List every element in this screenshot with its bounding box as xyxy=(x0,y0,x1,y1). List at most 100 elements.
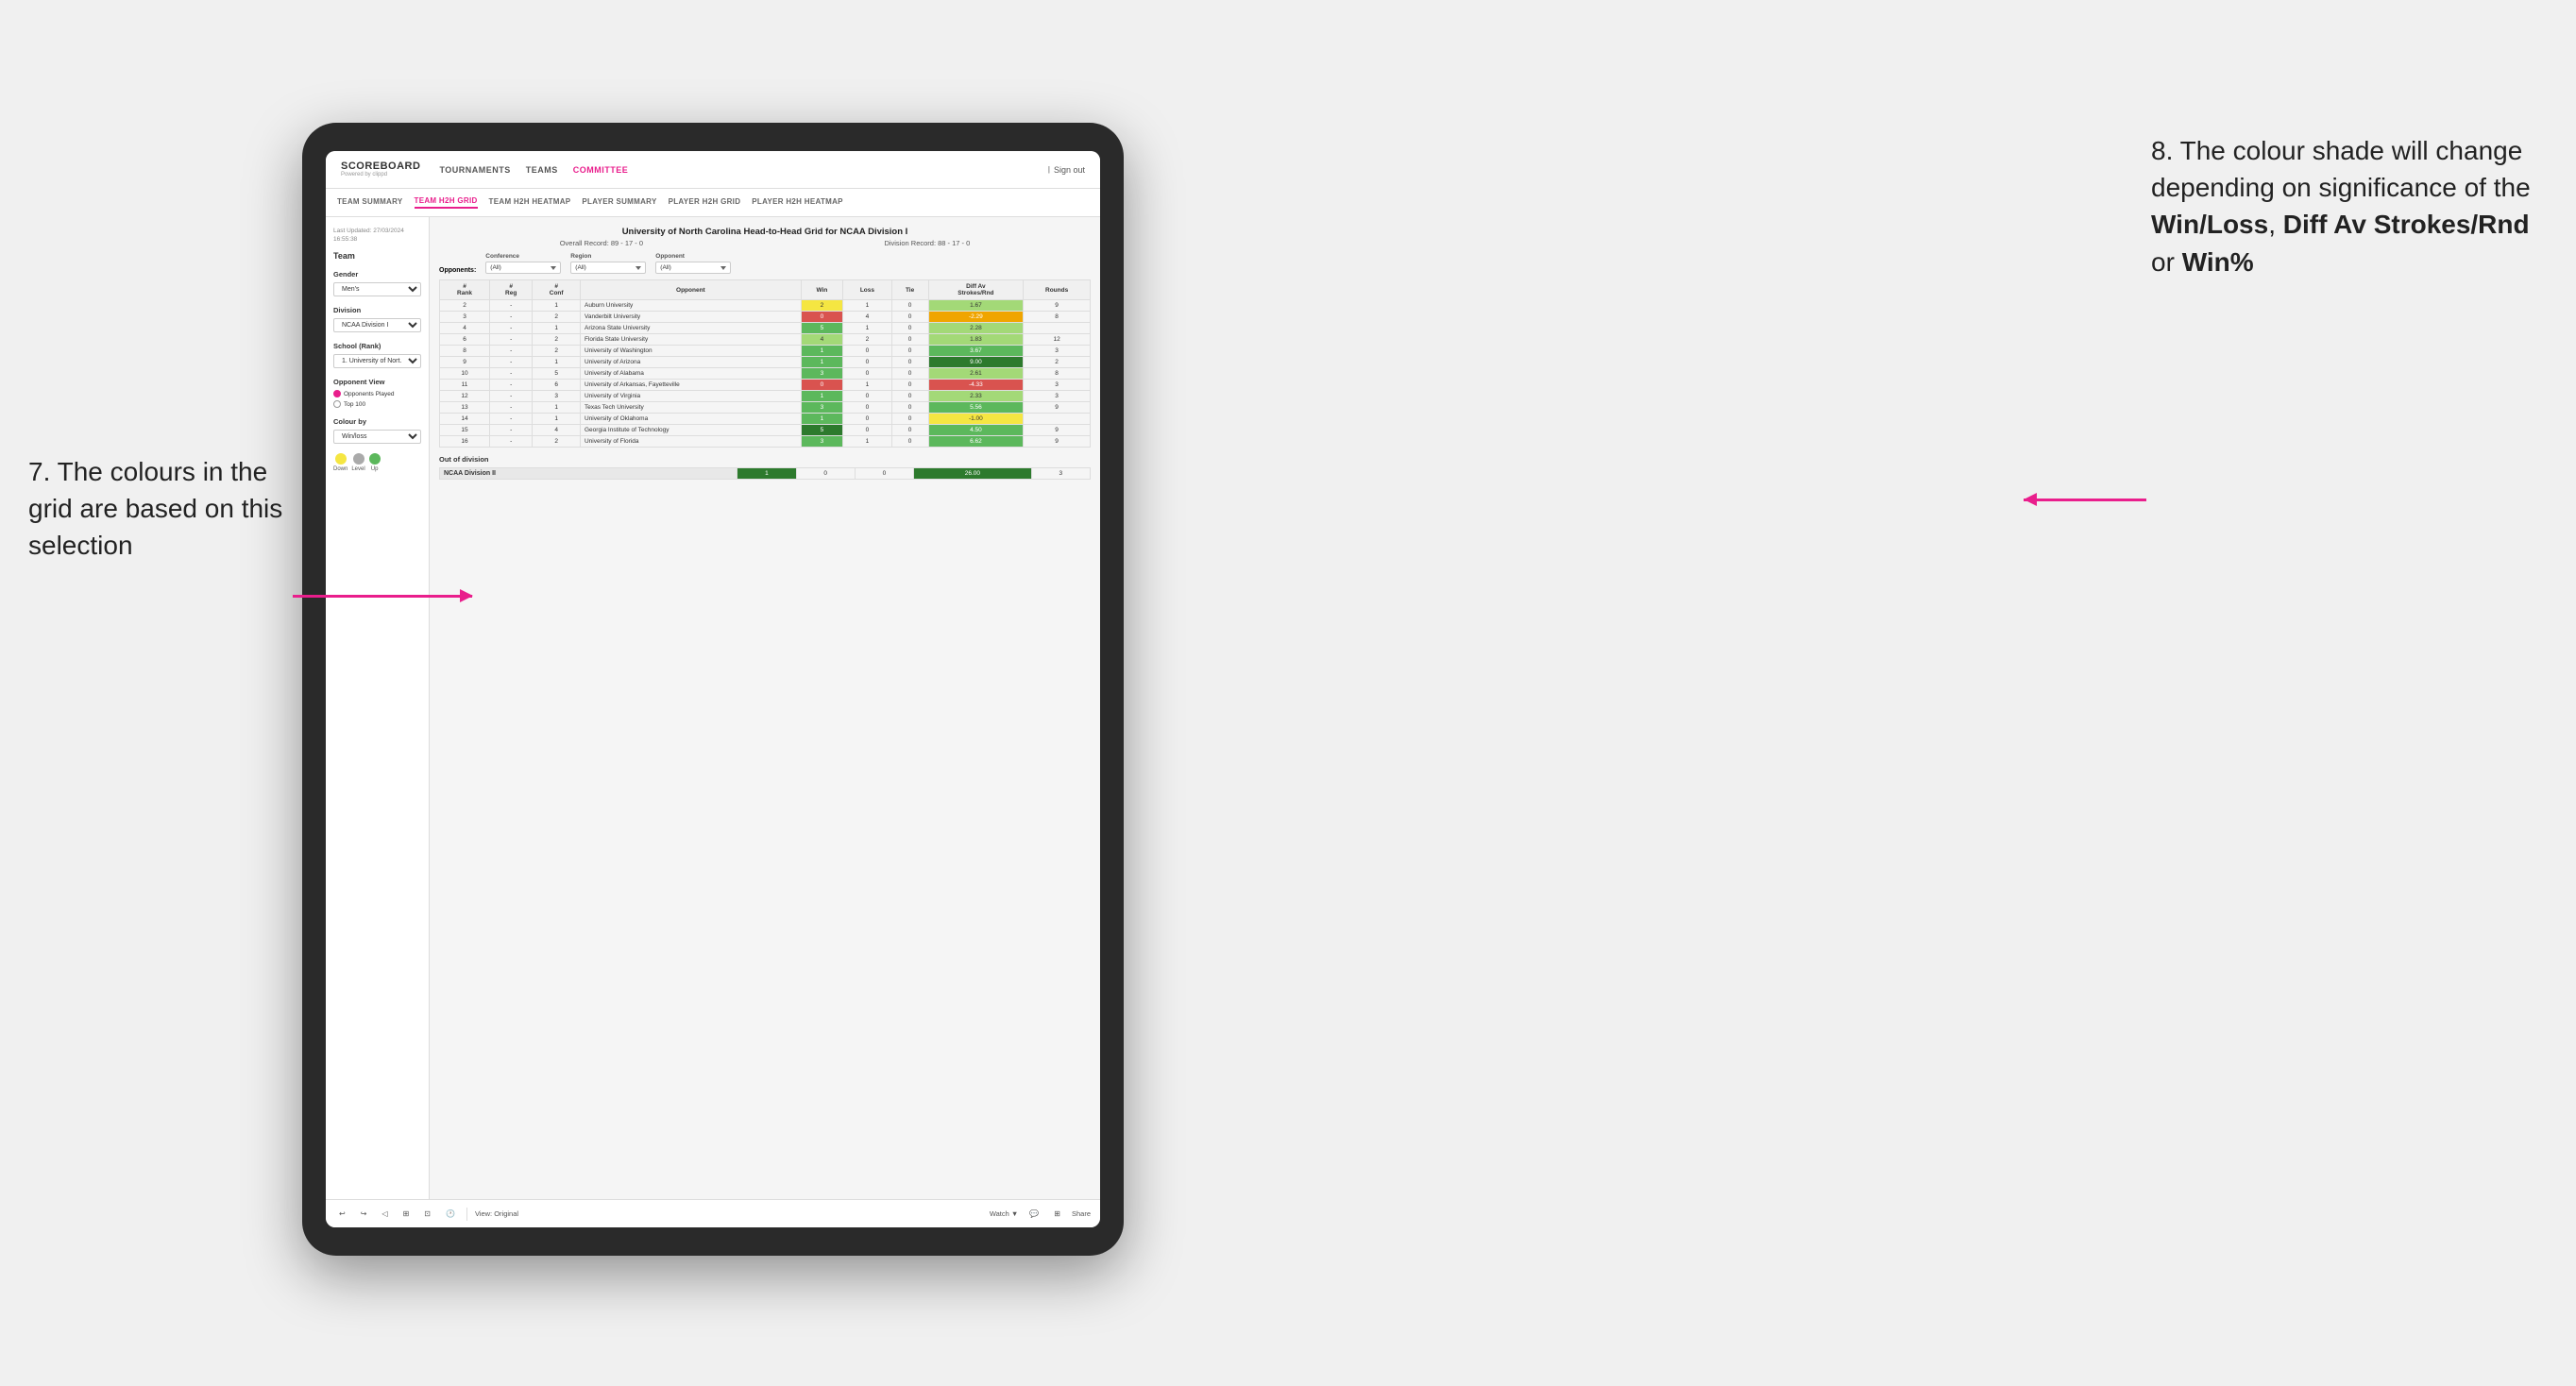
nav-items: TOURNAMENTS TEAMS COMMITTEE xyxy=(439,165,628,175)
cell-reg: - xyxy=(490,436,533,448)
cell-diff: 9.00 xyxy=(928,357,1024,368)
tab-player-h2h-heatmap[interactable]: PLAYER H2H HEATMAP xyxy=(752,197,843,208)
tab-team-summary[interactable]: TEAM SUMMARY xyxy=(337,197,403,208)
cell-tie: 0 xyxy=(891,334,928,346)
cell-opponent: University of Virginia xyxy=(581,391,802,402)
cell-conf: 1 xyxy=(533,414,581,425)
team-label: Team xyxy=(333,251,421,261)
table-row: 4 - 1 Arizona State University 5 1 0 2.2… xyxy=(440,323,1091,334)
col-rank: #Rank xyxy=(440,280,490,300)
cell-reg: - xyxy=(490,368,533,380)
sign-out-btn[interactable]: Sign out xyxy=(1054,165,1085,175)
tab-team-h2h-heatmap[interactable]: TEAM H2H HEATMAP xyxy=(489,197,571,208)
nav-tournaments[interactable]: TOURNAMENTS xyxy=(439,165,510,175)
division-record: Division Record: 88 - 17 - 0 xyxy=(884,239,970,247)
table-row: 12 - 3 University of Virginia 1 0 0 2.33… xyxy=(440,391,1091,402)
cell-div-name: NCAA Division II xyxy=(440,468,737,480)
cell-win: 0 xyxy=(801,312,842,323)
cell-conf: 2 xyxy=(533,312,581,323)
table-row: 6 - 2 Florida State University 4 2 0 1.8… xyxy=(440,334,1091,346)
watch-btn[interactable]: Watch ▼ xyxy=(990,1209,1018,1218)
school-select[interactable]: 1. University of Nort... xyxy=(333,354,421,368)
cell-rank: 8 xyxy=(440,346,490,357)
grid-btn[interactable]: ⊞ xyxy=(1050,1208,1064,1220)
cell-rank: 3 xyxy=(440,312,490,323)
cell-conf: 1 xyxy=(533,402,581,414)
cell-opponent: University of Florida xyxy=(581,436,802,448)
comment-btn[interactable]: 💬 xyxy=(1025,1208,1042,1220)
cell-win: 5 xyxy=(801,425,842,436)
out-div-row: NCAA Division II 1 0 0 26.00 3 xyxy=(440,468,1091,480)
radio-top100[interactable]: Top 100 xyxy=(333,400,421,408)
cell-conf: 3 xyxy=(533,391,581,402)
radio-opponents-played[interactable]: Opponents Played xyxy=(333,390,421,397)
nav-teams[interactable]: TEAMS xyxy=(526,165,558,175)
cell-conf: 2 xyxy=(533,436,581,448)
region-filter: Region (All) xyxy=(570,253,646,274)
conference-select[interactable]: (All) xyxy=(485,262,561,274)
cell-diff: 5.56 xyxy=(928,402,1024,414)
share-btn[interactable]: Share xyxy=(1072,1209,1091,1218)
cell-win: 1 xyxy=(801,346,842,357)
copy-btn[interactable]: ⊞ xyxy=(399,1208,414,1220)
out-of-division: Out of division NCAA Division II 1 0 0 2… xyxy=(439,455,1091,480)
nav-committee[interactable]: COMMITTEE xyxy=(573,165,629,175)
back-btn[interactable]: ◁ xyxy=(378,1208,391,1220)
school-label: School (Rank) xyxy=(333,342,421,350)
main-content: Last Updated: 27/03/2024 16:55:38 Team G… xyxy=(326,217,1100,1199)
cell-rank: 15 xyxy=(440,425,490,436)
tab-player-h2h-grid[interactable]: PLAYER H2H GRID xyxy=(669,197,741,208)
clock-btn[interactable]: 🕐 xyxy=(442,1208,459,1220)
table-row: 10 - 5 University of Alabama 3 0 0 2.61 … xyxy=(440,368,1091,380)
view-label: View: Original xyxy=(475,1209,518,1218)
cell-rank: 12 xyxy=(440,391,490,402)
col-tie: Tie xyxy=(891,280,928,300)
cell-rank: 13 xyxy=(440,402,490,414)
division-select[interactable]: NCAA Division I xyxy=(333,318,421,332)
cell-win: 0 xyxy=(801,380,842,391)
col-win: Win xyxy=(801,280,842,300)
opponent-select[interactable]: (All) xyxy=(655,262,731,274)
cell-loss: 0 xyxy=(843,391,891,402)
tab-team-h2h-grid[interactable]: TEAM H2H GRID xyxy=(415,196,478,209)
cell-win: 1 xyxy=(801,391,842,402)
separator: | xyxy=(1048,165,1050,174)
cell-win: 1 xyxy=(801,357,842,368)
cell-rounds xyxy=(1024,414,1091,425)
cell-opponent: University of Alabama xyxy=(581,368,802,380)
cell-tie: 0 xyxy=(891,346,928,357)
legend-down-dot xyxy=(335,453,347,465)
tab-player-summary[interactable]: PLAYER SUMMARY xyxy=(582,197,656,208)
cell-rounds: 9 xyxy=(1024,436,1091,448)
cell-reg: - xyxy=(490,300,533,312)
colour-by-select[interactable]: Win/loss xyxy=(333,430,421,444)
arrow-right-head xyxy=(2024,493,2037,506)
cell-opponent: University of Washington xyxy=(581,346,802,357)
cell-div-diff: 26.00 xyxy=(914,468,1032,480)
redo-btn[interactable]: ↪ xyxy=(357,1208,371,1220)
cell-diff: -1.00 xyxy=(928,414,1024,425)
legend-up: Up xyxy=(369,453,381,472)
cell-tie: 0 xyxy=(891,414,928,425)
paste-btn[interactable]: ⊡ xyxy=(420,1208,434,1220)
cell-reg: - xyxy=(490,414,533,425)
cell-rank: 6 xyxy=(440,334,490,346)
region-select[interactable]: (All) xyxy=(570,262,646,274)
cell-opponent: University of Arizona xyxy=(581,357,802,368)
cell-loss: 0 xyxy=(843,368,891,380)
school-section: School (Rank) 1. University of Nort... xyxy=(333,342,421,368)
table-row: 2 - 1 Auburn University 2 1 0 1.67 9 xyxy=(440,300,1091,312)
table-row: 16 - 2 University of Florida 3 1 0 6.62 … xyxy=(440,436,1091,448)
cell-diff: 2.28 xyxy=(928,323,1024,334)
cell-conf: 2 xyxy=(533,334,581,346)
opponent-view-section: Opponent View Opponents Played Top 100 xyxy=(333,378,421,408)
cell-diff: 2.33 xyxy=(928,391,1024,402)
division-label: Division xyxy=(333,306,421,314)
cell-diff: -2.29 xyxy=(928,312,1024,323)
out-of-division-table: NCAA Division II 1 0 0 26.00 3 xyxy=(439,467,1091,480)
cell-diff: 2.61 xyxy=(928,368,1024,380)
overall-record: Overall Record: 89 - 17 - 0 xyxy=(560,239,643,247)
gender-select[interactable]: Men's xyxy=(333,282,421,296)
undo-btn[interactable]: ↩ xyxy=(335,1208,349,1220)
colour-by-section: Colour by Win/loss xyxy=(333,417,421,444)
